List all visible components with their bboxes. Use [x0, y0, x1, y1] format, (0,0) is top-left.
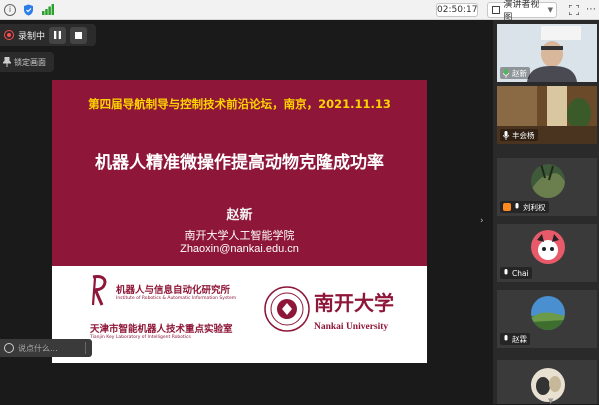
signal-icon[interactable]	[41, 3, 54, 16]
shared-slide: 第四届导航制导与控制技术前沿论坛，南京，2021.11.13 机器人精准微操作提…	[52, 80, 427, 363]
divider	[85, 342, 86, 354]
mic-muted-icon	[515, 202, 519, 208]
lab-sub-name: 天津市智能机器人技术重点实验室	[90, 324, 233, 335]
status-icons: i	[4, 3, 54, 16]
mic-muted-icon	[504, 334, 508, 340]
slide-email: Zhaoxin@nankai.edu.cn	[180, 243, 299, 255]
slide-author: 赵新	[226, 208, 253, 223]
view-mode-button[interactable]: 演讲者视图 ▼	[487, 0, 557, 23]
pin-icon	[3, 57, 11, 67]
fullscreen-icon[interactable]	[568, 3, 580, 16]
participant-name: 刘利权	[523, 202, 546, 212]
chat-input[interactable]: 说点什么...	[0, 339, 92, 357]
participant-tile[interactable]: 丰会杨	[497, 86, 597, 144]
lab-sub-name-en: Tianjin Key Laboratory of Intelligent Ro…	[90, 335, 191, 340]
participant-panel: 赵新 丰会杨 刘利权 Chai 赵霖	[493, 20, 599, 404]
info-icon[interactable]: i	[4, 3, 16, 16]
pause-recording-button[interactable]	[49, 26, 67, 44]
participant-name: Chai	[512, 268, 529, 278]
meeting-timer: 02:50:17	[436, 3, 478, 17]
participant-tile[interactable]: 刘利权	[497, 158, 597, 216]
participant-label: 赵霖	[500, 333, 530, 345]
recording-bar: 录制中	[0, 24, 96, 46]
slide-affiliation: 南开大学人工智能学院	[184, 229, 295, 242]
recording-status: 录制中	[18, 31, 46, 42]
avatar	[531, 230, 565, 264]
participant-tile[interactable]: 赵霖	[497, 290, 597, 348]
warning-icon	[503, 203, 511, 211]
lock-view-button[interactable]: 锁定画面	[0, 52, 54, 72]
lock-view-label: 锁定画面	[14, 57, 46, 67]
lab-logo-icon	[91, 275, 107, 306]
top-toolbar: i 02:50:17 演讲者视图 ▼ ⋯	[0, 0, 599, 23]
participant-label: 刘利权	[500, 201, 549, 213]
participant-tile[interactable]	[497, 360, 597, 404]
participant-label: Chai	[500, 267, 532, 279]
participant-name: 赵新	[512, 68, 527, 78]
avatar	[531, 164, 565, 198]
participant-label: 赵新	[500, 67, 530, 79]
university-name-en: Nankai University	[314, 322, 389, 332]
slide-subtitle: 第四届导航制导与控制技术前沿论坛，南京，2021.11.13	[88, 97, 391, 111]
participant-label: 丰会杨	[500, 129, 538, 141]
participant-tile[interactable]: Chai	[497, 224, 597, 282]
collapse-panel-icon[interactable]: ›	[480, 216, 490, 228]
mic-muted-icon	[503, 130, 509, 140]
shield-icon[interactable]	[22, 3, 35, 16]
university-name-cn: 南开大学	[314, 291, 394, 315]
mic-muted-icon	[504, 268, 508, 274]
participant-name: 丰会杨	[512, 130, 535, 140]
stop-recording-button[interactable]	[70, 26, 88, 44]
emoji-icon[interactable]	[4, 343, 14, 353]
chevron-down-icon: ▼	[547, 6, 553, 14]
participant-name: 赵霖	[512, 334, 527, 344]
grid-icon	[492, 6, 501, 14]
lab-name-en: Institute of Robotics & Automatic Inform…	[116, 296, 237, 301]
mic-icon	[503, 68, 509, 78]
university-seal-icon	[264, 286, 310, 332]
record-icon	[4, 30, 14, 40]
participant-tile[interactable]: 赵新	[497, 24, 597, 82]
lab-name: 机器人与信息自动化研究所	[116, 285, 231, 296]
slide-title: 机器人精准微操作提高动物克隆成功率	[95, 153, 384, 173]
avatar	[531, 296, 565, 330]
more-icon[interactable]: ⋯	[585, 3, 597, 16]
chat-placeholder: 说点什么...	[18, 343, 58, 353]
